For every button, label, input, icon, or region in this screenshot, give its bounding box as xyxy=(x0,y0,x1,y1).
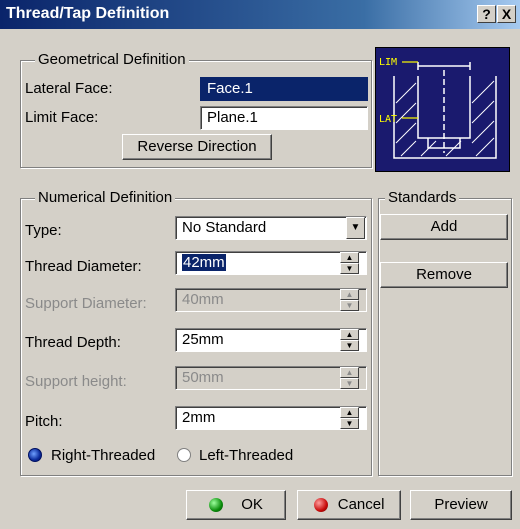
thread-depth-spinner[interactable]: ▲ ▼ xyxy=(340,329,359,351)
cancel-button[interactable]: Cancel xyxy=(297,490,401,520)
standards-title: Standards xyxy=(385,189,460,206)
cancel-red-icon xyxy=(313,498,328,513)
right-threaded-radio[interactable] xyxy=(28,448,42,462)
thread-diameter-spinner[interactable]: ▲ ▼ xyxy=(340,252,359,274)
pitch-spinner[interactable]: ▲ ▼ xyxy=(340,407,359,429)
ok-button[interactable]: OK xyxy=(186,490,286,520)
thread-diameter-input[interactable]: 42mm xyxy=(175,251,367,275)
thread-diagram: LIM LAT xyxy=(379,57,497,159)
lateral-face-field[interactable]: Face.1 xyxy=(200,77,368,101)
support-diameter-spinner: ▲ ▼ xyxy=(340,289,359,311)
ok-label: OK xyxy=(241,496,263,513)
preview-button[interactable]: Preview xyxy=(410,490,512,520)
support-height-input: 50mm xyxy=(175,366,367,390)
limit-face-label: Limit Face: xyxy=(25,109,99,126)
geometrical-definition-title: Geometrical Definition xyxy=(35,51,189,68)
limit-face-field[interactable]: Plane.1 xyxy=(200,106,368,130)
right-threaded-label[interactable]: Right-Threaded xyxy=(51,447,155,464)
support-height-label: Support height: xyxy=(25,373,127,390)
thread-tap-dialog: Thread/Tap Definition ? X Geometrical De… xyxy=(0,0,520,529)
close-button[interactable]: X xyxy=(497,5,516,23)
remove-button[interactable]: Remove xyxy=(380,262,508,288)
chevron-down-icon[interactable]: ▼ xyxy=(346,217,365,239)
left-threaded-radio[interactable] xyxy=(177,448,191,462)
add-button[interactable]: Add xyxy=(380,214,508,240)
ok-green-icon xyxy=(209,498,224,513)
support-height-spinner: ▲ ▼ xyxy=(340,367,359,389)
thread-depth-label: Thread Depth: xyxy=(25,334,121,351)
thread-diameter-value: 42mm xyxy=(182,254,226,271)
support-diameter-label: Support Diameter: xyxy=(25,295,147,312)
lateral-face-label: Lateral Face: xyxy=(25,80,113,97)
lat-label: LAT xyxy=(379,114,397,125)
left-threaded-label[interactable]: Left-Threaded xyxy=(199,447,293,464)
reverse-direction-button[interactable]: Reverse Direction xyxy=(122,134,272,160)
support-diameter-input: 40mm xyxy=(175,288,367,312)
numerical-definition-title: Numerical Definition xyxy=(35,189,176,206)
thread-diameter-label: Thread Diameter: xyxy=(25,258,142,275)
pitch-input[interactable]: 2mm xyxy=(175,406,367,430)
help-button[interactable]: ? xyxy=(477,5,496,23)
thread-preview-image: LIM LAT xyxy=(375,47,510,172)
window-title: Thread/Tap Definition xyxy=(6,5,170,22)
thread-depth-input[interactable]: 25mm xyxy=(175,328,367,352)
lim-label: LIM xyxy=(379,57,397,68)
title-bar[interactable]: Thread/Tap Definition ? X xyxy=(0,0,520,29)
pitch-label: Pitch: xyxy=(25,413,63,430)
type-dropdown[interactable]: No Standard xyxy=(175,216,367,240)
type-label: Type: xyxy=(25,222,62,239)
cancel-label: Cancel xyxy=(337,496,385,513)
